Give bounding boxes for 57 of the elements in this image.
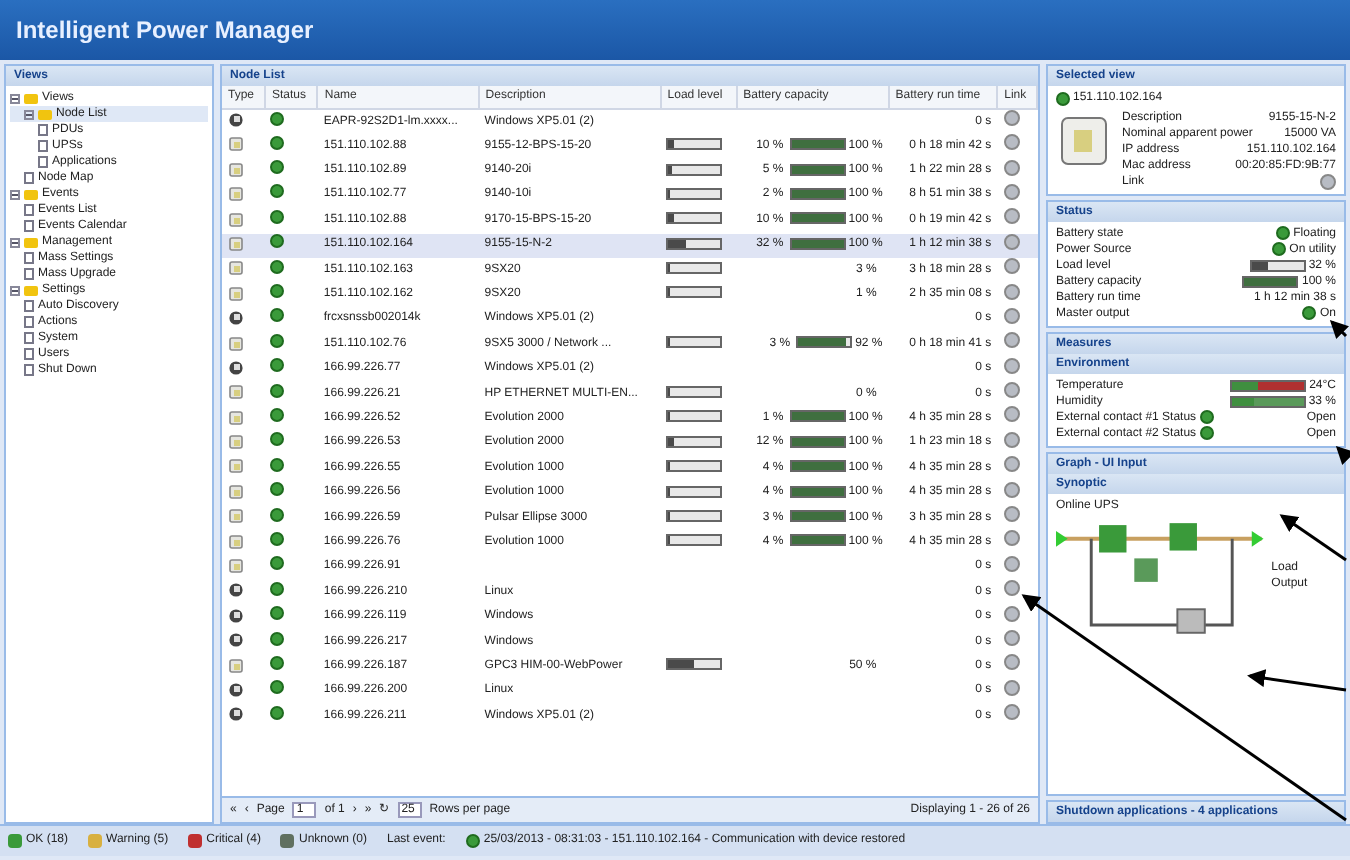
status-icon: [8, 834, 22, 848]
meter-bar: [666, 237, 723, 250]
status-icon: [465, 834, 480, 848]
meter-bar: [789, 485, 846, 498]
meter-bar: [789, 509, 846, 522]
status-icon: [188, 834, 203, 848]
computer-icon: [228, 310, 244, 327]
computer-icon: [228, 632, 244, 649]
gauge-bar: [1230, 379, 1307, 391]
meter-bar: [666, 336, 723, 349]
meter-bar: [789, 410, 846, 423]
callout-arrow: [1329, 319, 1349, 339]
gauge-bar: [1229, 395, 1306, 407]
meter-bar: [666, 138, 723, 151]
meter-bar: [789, 534, 846, 547]
meter-bar: [666, 460, 723, 473]
meter-bar: [666, 658, 723, 671]
meter-bar: [666, 410, 723, 423]
callout-arrow: [1335, 445, 1350, 465]
meter-bar: [666, 187, 723, 200]
device-icon: [228, 657, 244, 674]
meter-bar: [666, 435, 723, 448]
status-icon: [1302, 306, 1317, 320]
computer-icon: [228, 682, 244, 698]
meter-bar: [1249, 259, 1306, 271]
meter-bar: [666, 386, 723, 399]
device-icon: [228, 335, 244, 352]
status-icon: [280, 834, 295, 848]
status-icon: [1056, 91, 1070, 105]
computer-icon: [228, 582, 244, 599]
meter-bar: [666, 262, 723, 275]
meter-bar: [1242, 275, 1299, 287]
toggle-icon[interactable]: [10, 237, 20, 247]
toggle-icon[interactable]: [10, 285, 20, 295]
toggle-icon[interactable]: [10, 189, 20, 199]
meter-bar: [666, 286, 723, 299]
meter-bar: [789, 138, 846, 151]
computer-icon: [228, 112, 244, 129]
meter-bar: [789, 237, 846, 250]
meter-bar: [666, 534, 723, 547]
computer-icon: [228, 359, 244, 376]
status-icon: [88, 834, 103, 848]
meter-bar: [789, 435, 846, 448]
meter-bar: [789, 212, 846, 225]
meter-bar: [789, 460, 846, 473]
callout-arrow: [1279, 514, 1347, 562]
meter-bar: [666, 509, 723, 522]
app-title: Intelligent Power Manager: [16, 14, 314, 48]
meter-bar: [666, 485, 723, 498]
link-icon[interactable]: [1320, 173, 1336, 189]
meter-bar: [796, 336, 853, 349]
meter-bar: [666, 212, 723, 225]
computer-icon: [228, 607, 244, 624]
computer-icon: [228, 706, 244, 723]
meter-bar: [789, 163, 846, 175]
meter-bar: [666, 163, 723, 175]
meter-bar: [789, 187, 846, 200]
